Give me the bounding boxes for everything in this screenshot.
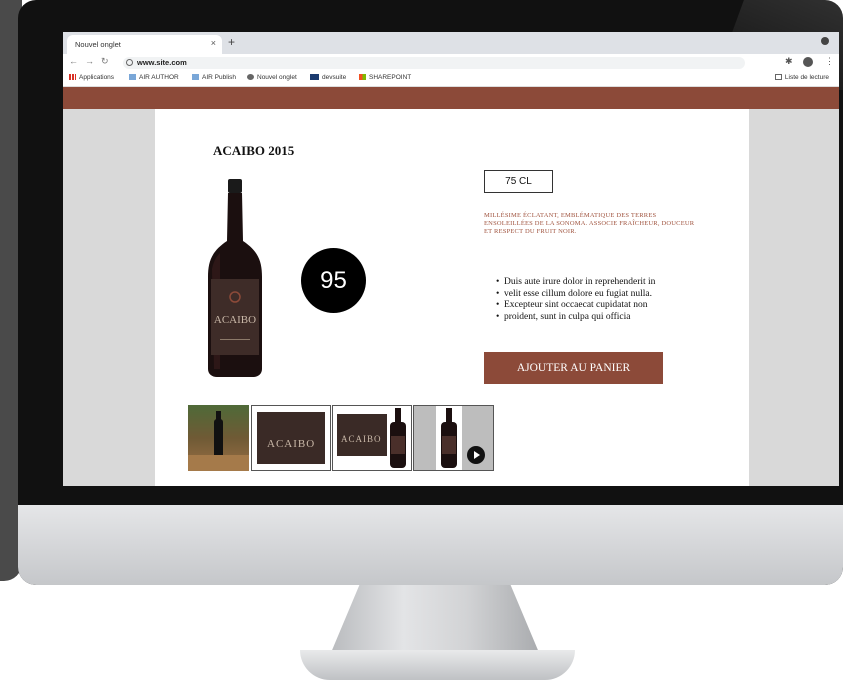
monitor: Nouvel onglet × + ← → ↻ www.site.com ✱ ⋮… (18, 0, 843, 585)
small-bottle-image (390, 408, 406, 468)
thumbnail-label[interactable]: ACAIBO (251, 405, 331, 471)
video-bottle-image (441, 408, 457, 468)
thumbnail-label-bottle[interactable]: ACAIBO (332, 405, 412, 471)
air-author-icon (129, 74, 136, 80)
new-tab-button[interactable]: + (228, 35, 235, 49)
url-text: www.site.com (137, 58, 187, 67)
apps-grid-icon (69, 74, 76, 80)
label-closeup-image: ACAIBO (257, 412, 325, 464)
site-header-bar (63, 87, 839, 109)
menu-icon[interactable]: ⋮ (825, 56, 834, 67)
thumbnail-label-brand-2: ACAIBO (341, 434, 382, 444)
close-tab-icon[interactable]: × (211, 38, 216, 48)
bookmark-sharepoint[interactable]: SHAREPOINT (359, 74, 411, 81)
right-margin (749, 109, 839, 486)
devsuite-icon (310, 74, 319, 80)
list-item: Excepteur sint occaecat cupidatat non (484, 300, 724, 312)
globe-icon (247, 74, 254, 80)
feature-list: Duis aute irure dolor in reprehenderit i… (484, 277, 724, 323)
reading-list[interactable]: Liste de lecture (774, 74, 829, 81)
bookmark-air-publish[interactable]: AIR Publish (192, 74, 236, 81)
reading-list-icon (774, 74, 782, 80)
left-margin (63, 109, 155, 486)
reload-icon[interactable]: ↻ (101, 56, 109, 67)
volume-selector[interactable]: 75 CL (484, 170, 553, 193)
extensions-icon[interactable]: ✱ (785, 56, 793, 67)
product-title: ACAIBO 2015 (213, 143, 295, 158)
forward-icon[interactable]: → (85, 56, 94, 66)
tab-nouvel-onglet[interactable]: Nouvel onglet × (67, 35, 222, 54)
address-bar: ← → ↻ www.site.com ✱ ⋮ (63, 54, 839, 71)
bookmarks-bar: Applications AIR AUTHOR AIR Publish Nouv… (63, 71, 839, 87)
label-card-image: ACAIBO (337, 414, 387, 456)
bookmark-nouvel-onglet[interactable]: Nouvel onglet (247, 74, 297, 81)
monitor-base (300, 650, 575, 680)
browser-window: Nouvel onglet × + ← → ↻ www.site.com ✱ ⋮… (63, 32, 839, 486)
bookmark-air-author[interactable]: AIR AUTHOR (129, 74, 179, 81)
list-item: proident, sunt in culpa qui officia (484, 312, 724, 324)
monitor-stand (330, 585, 540, 655)
url-field[interactable]: www.site.com (123, 57, 745, 69)
bookmark-applications[interactable]: Applications (69, 74, 114, 81)
tab-title: Nouvel onglet (75, 40, 121, 49)
bookmark-devsuite[interactable]: devsuite (310, 74, 346, 81)
thumbnail-vineyard[interactable] (188, 405, 249, 471)
play-icon[interactable] (467, 446, 485, 464)
thumbnail-video[interactable] (413, 405, 494, 471)
product-description: MILLÉSIME ÉCLATANT, EMBLÉMATIQUE DES TER… (484, 212, 695, 235)
tab-bar: Nouvel onglet × + (63, 32, 839, 54)
monitor-chin (18, 505, 843, 585)
back-icon[interactable]: ← (69, 56, 78, 66)
list-item: velit esse cillum dolore eu fugiat nulla… (484, 289, 724, 301)
thumbnail-label-brand: ACAIBO (267, 438, 316, 450)
profile-avatar[interactable] (803, 57, 813, 67)
wine-bottle-image: ACAIBO (208, 179, 262, 377)
score-badge: 95 (301, 248, 366, 313)
product-page: ACAIBO 2015 ACAIBO 95 75 CL MILLÉSIME ÉC… (63, 109, 839, 486)
bottle-label-brand: ACAIBO (214, 314, 256, 326)
air-publish-icon (192, 74, 199, 80)
sharepoint-icon (359, 74, 366, 80)
site-info-icon[interactable] (126, 59, 133, 66)
list-item: Duis aute irure dolor in reprehenderit i… (484, 277, 724, 289)
tab-search-icon[interactable] (821, 37, 829, 45)
vineyard-bottle-image (188, 411, 249, 471)
add-to-cart-button[interactable]: AJOUTER AU PANIER (484, 352, 663, 384)
